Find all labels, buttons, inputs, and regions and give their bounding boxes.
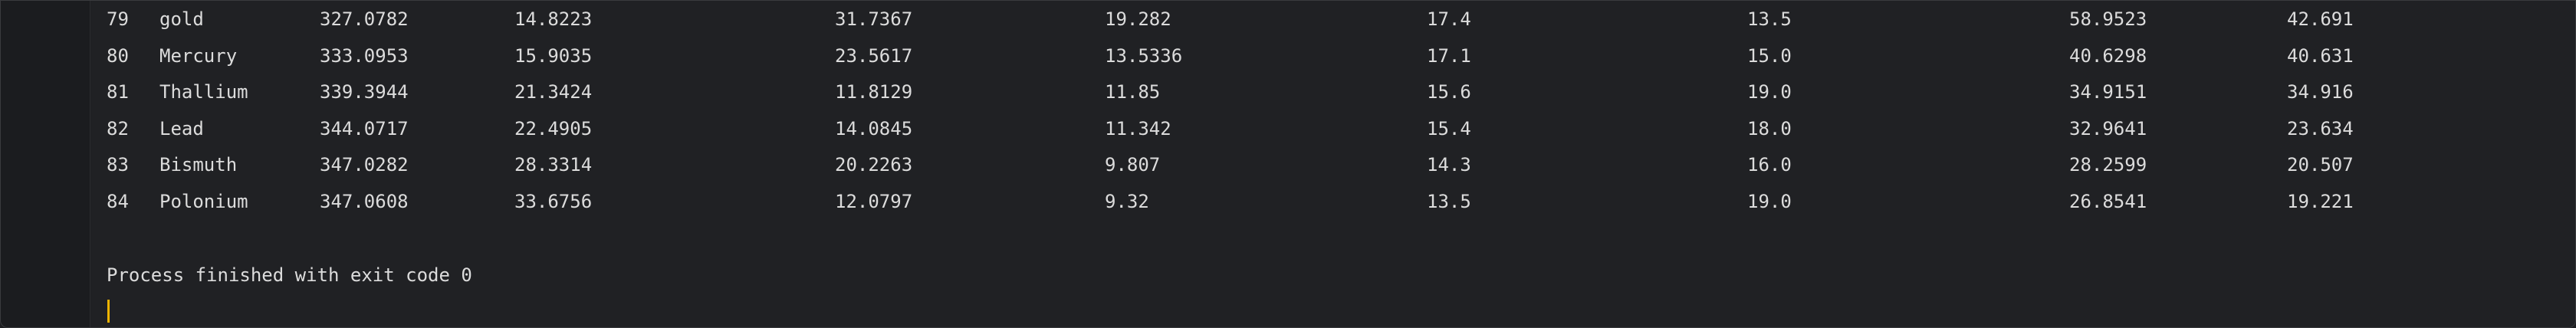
output-cell: 15.6 <box>1427 81 1471 103</box>
output-cell: 31.7367 <box>835 8 913 30</box>
run-console-window: 79 gold 327.0782 14.8223 31.7367 19.282 17.4 13… <box>0 0 2576 328</box>
output-cell: 28.2599 <box>2069 154 2147 175</box>
output-cell: Bismuth <box>159 154 238 175</box>
output-cell: 11.342 <box>1105 118 1171 139</box>
output-cell: 13.5336 <box>1105 45 1183 67</box>
output-cell: 339.3944 <box>320 81 409 103</box>
output-cell: 83 <box>107 154 129 175</box>
output-cell: 40.631 <box>2287 45 2354 67</box>
output-cell: 9.32 <box>1105 191 1149 212</box>
output-cell: 22.4905 <box>514 118 593 139</box>
output-cell: 15.9035 <box>514 45 593 67</box>
output-cell: 15.4 <box>1427 118 1471 139</box>
output-cell: 82 <box>107 118 129 139</box>
output-cell: 20.2263 <box>835 154 913 175</box>
output-cell: 21.3424 <box>514 81 593 103</box>
output-cell: 344.0717 <box>320 118 409 139</box>
output-cell: 12.0797 <box>835 191 913 212</box>
output-cell: 15.0 <box>1747 45 1792 67</box>
console-gutter <box>1 1 90 327</box>
output-cell: 16.0 <box>1747 154 1792 175</box>
output-cell: 347.0282 <box>320 154 409 175</box>
output-cell: 32.9641 <box>2069 118 2147 139</box>
output-cell: gold <box>159 8 204 30</box>
output-cell: 58.9523 <box>2069 8 2147 30</box>
output-cell: 17.4 <box>1427 8 1471 30</box>
output-cell: 81 <box>107 81 129 103</box>
output-cell: 11.8129 <box>835 81 913 103</box>
output-cell: 14.0845 <box>835 118 913 139</box>
output-cell: 13.5 <box>1427 191 1471 212</box>
output-cell: 14.3 <box>1427 154 1471 175</box>
output-cell: Polonium <box>159 191 248 212</box>
output-cell: 19.221 <box>2287 191 2354 212</box>
output-cell: 26.8541 <box>2069 191 2147 212</box>
output-cell: 84 <box>107 191 129 212</box>
output-cell: 23.634 <box>2287 118 2354 139</box>
output-cell: Mercury <box>159 45 238 67</box>
output-cell: 13.5 <box>1747 8 1792 30</box>
output-cell: 18.0 <box>1747 118 1792 139</box>
output-cell: 20.507 <box>2287 154 2354 175</box>
output-cell: Thallium <box>159 81 248 103</box>
output-cell: 80 <box>107 45 129 67</box>
output-cell: 17.1 <box>1427 45 1471 67</box>
output-cell: 327.0782 <box>320 8 409 30</box>
output-cell: 34.9151 <box>2069 81 2147 103</box>
output-cell: 347.0608 <box>320 191 409 212</box>
output-cell: 42.691 <box>2287 8 2354 30</box>
output-cell: 19.0 <box>1747 81 1792 103</box>
output-cell: 34.916 <box>2287 81 2354 103</box>
output-cell: 9.807 <box>1105 154 1161 175</box>
process-exit-message: Process finished with exit code 0 <box>107 264 472 286</box>
output-cell: 40.6298 <box>2069 45 2147 67</box>
output-cell: 33.6756 <box>514 191 593 212</box>
output-cell: 19.282 <box>1105 8 1171 30</box>
output-cell: 79 <box>107 8 129 30</box>
output-cell: 19.0 <box>1747 191 1792 212</box>
output-cell: Lead <box>159 118 204 139</box>
output-cell: 333.0953 <box>320 45 409 67</box>
text-caret[interactable] <box>107 300 110 323</box>
output-cell: 23.5617 <box>835 45 913 67</box>
output-cell: 14.8223 <box>514 8 593 30</box>
output-cell: 11.85 <box>1105 81 1161 103</box>
output-cell: 28.3314 <box>514 154 593 175</box>
